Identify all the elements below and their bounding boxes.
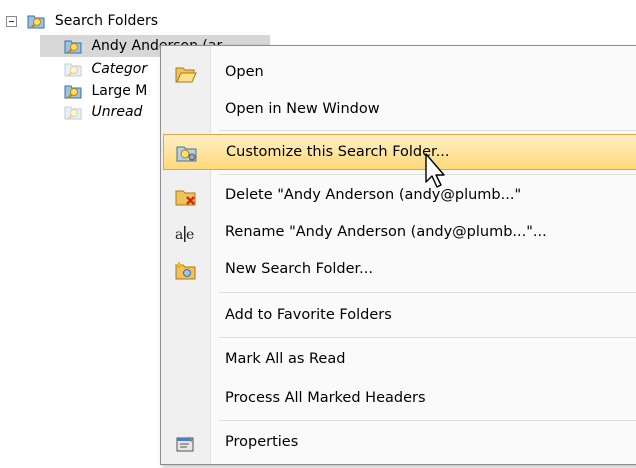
delete-folder-icon (175, 185, 197, 206)
menu-separator (219, 130, 636, 131)
menu-item-label: Mark All as Read (225, 351, 346, 367)
rename-icon: ae (175, 222, 197, 243)
menu-item-new-search-folder[interactable]: New Search Folder... (163, 251, 636, 287)
menu-item-customize-search-folder[interactable]: Customize this Search Folder... (163, 134, 636, 170)
new-search-folder-icon (174, 259, 197, 280)
menu-item-label: Open (225, 64, 264, 80)
tree-item-label: Search Folders (54, 13, 159, 29)
search-folder-icon (27, 12, 45, 30)
menu-item-label: Properties (225, 434, 299, 450)
menu-item-label: Process All Marked Headers (225, 390, 426, 406)
menu-separator (219, 292, 636, 293)
menu-item-label: Delete "Andy Anderson (andy@plumb..." (225, 187, 522, 203)
tree-item-categorized[interactable]: Categor (64, 58, 147, 80)
menu-item-label: New Search Folder... (225, 261, 373, 277)
search-folder-icon (64, 82, 82, 100)
tree-item-search-folders[interactable]: Search Folders (6, 10, 158, 32)
mouse-cursor-icon (420, 152, 448, 192)
tree-item-unread[interactable]: Unread (64, 101, 142, 123)
menu-item-open-new-window[interactable]: Open in New Window (163, 91, 636, 127)
tree-item-label: Large M (91, 83, 148, 99)
properties-icon (175, 432, 197, 452)
svg-text:a: a (175, 227, 183, 243)
menu-item-label: Customize this Search Folder... (226, 144, 450, 160)
menu-separator (219, 337, 636, 338)
menu-item-process-marked-headers[interactable]: Process All Marked Headers (163, 380, 636, 416)
tree-item-label: Categor (91, 61, 148, 77)
tree-item-large-mail[interactable]: Large M (64, 80, 147, 102)
menu-item-open[interactable]: Open (163, 54, 636, 90)
search-folder-icon (64, 37, 82, 55)
search-folder-icon (64, 60, 82, 78)
tree-item-label: Unread (91, 104, 143, 120)
menu-item-properties[interactable]: Properties (163, 424, 636, 460)
open-folder-icon (175, 62, 197, 83)
menu-item-add-to-favorites[interactable]: Add to Favorite Folders (163, 297, 636, 333)
search-folder-icon (64, 103, 82, 121)
customize-search-folder-icon (176, 142, 198, 162)
menu-item-label: Add to Favorite Folders (225, 307, 392, 323)
menu-separator (219, 420, 636, 421)
menu-item-rename[interactable]: ae Rename "Andy Anderson (andy@plumb..."… (163, 214, 636, 250)
context-menu: Open Open in New Window Customize this S… (160, 45, 636, 465)
menu-item-mark-all-read[interactable]: Mark All as Read (163, 341, 636, 377)
menu-item-label: Open in New Window (225, 101, 380, 117)
svg-text:e: e (186, 227, 194, 243)
collapse-expander-icon[interactable] (6, 15, 17, 27)
menu-item-label: Rename "Andy Anderson (andy@plumb..."... (225, 224, 547, 240)
menu-item-delete[interactable]: Delete "Andy Anderson (andy@plumb..." (163, 177, 636, 213)
